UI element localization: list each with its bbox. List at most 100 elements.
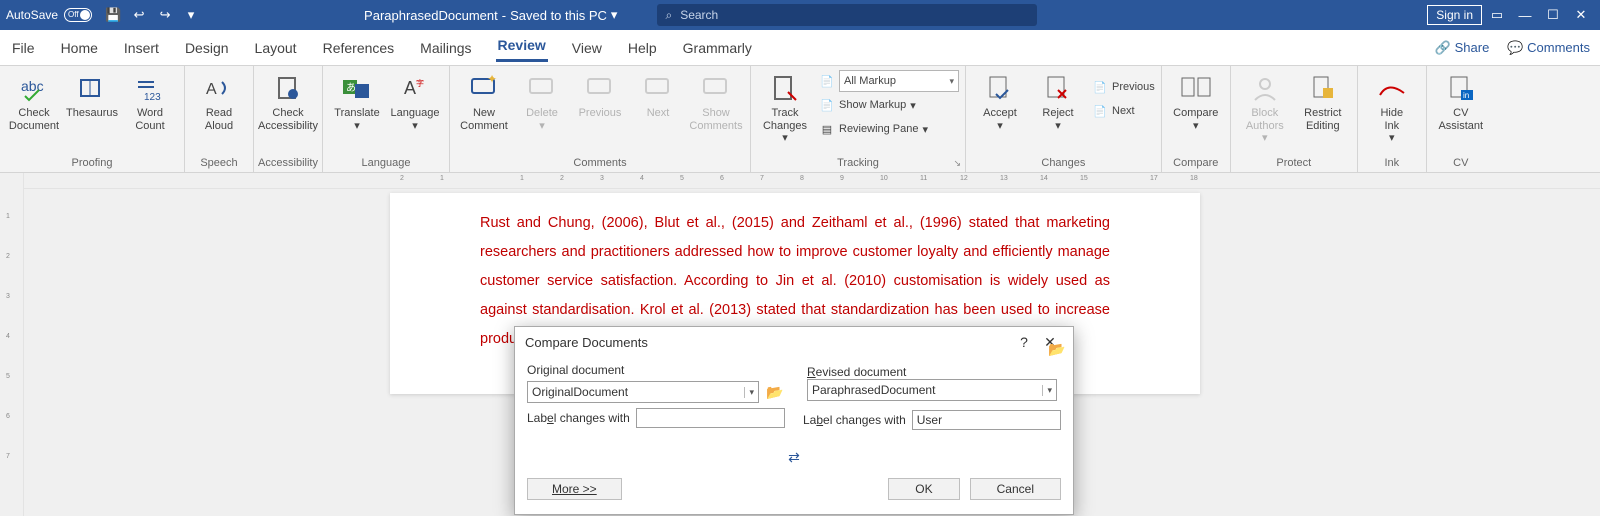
autosave-toggle[interactable]: AutoSave Off bbox=[6, 8, 92, 22]
help-icon[interactable]: ? bbox=[1011, 334, 1037, 350]
accept-button[interactable]: Accept▾ bbox=[972, 70, 1028, 148]
next-comment-icon bbox=[642, 72, 674, 104]
chevron-down-icon: ▾ bbox=[997, 120, 1003, 133]
tab-insert[interactable]: Insert bbox=[122, 36, 161, 60]
restrict-editing-button[interactable]: Restrict Editing bbox=[1295, 70, 1351, 148]
reject-icon bbox=[1042, 72, 1074, 104]
tab-layout[interactable]: Layout bbox=[253, 36, 299, 60]
restrict-icon bbox=[1307, 72, 1339, 104]
vertical-ruler[interactable]: 1 2 3 4 5 6 7 bbox=[0, 173, 24, 516]
next-change-icon: 📄 bbox=[1092, 103, 1108, 119]
original-document-combo[interactable]: OriginalDocument▾ bbox=[527, 381, 759, 403]
group-label: CV bbox=[1427, 157, 1495, 172]
new-comment-button[interactable]: ✦New Comment bbox=[456, 70, 512, 148]
hide-ink-icon bbox=[1376, 72, 1408, 104]
tab-review[interactable]: Review bbox=[496, 33, 548, 62]
close-icon[interactable]: ✕ bbox=[1571, 5, 1591, 25]
check-document-button[interactable]: abcCheck Document bbox=[6, 70, 62, 148]
redo-icon[interactable]: ↪ bbox=[155, 5, 175, 25]
swap-documents-icon[interactable]: ⇄ bbox=[515, 443, 1073, 472]
ribbon-display-icon[interactable]: ▭ bbox=[1487, 5, 1507, 25]
browse-original-icon[interactable]: 📂 bbox=[765, 382, 785, 402]
reviewing-pane-button[interactable]: ▤Reviewing Pane ▾ bbox=[819, 118, 959, 140]
minimize-icon[interactable]: — bbox=[1515, 5, 1535, 25]
tab-file[interactable]: File bbox=[10, 36, 37, 60]
search-box[interactable]: ⌕ Search bbox=[657, 4, 1037, 26]
check-accessibility-button[interactable]: Check Accessibility bbox=[260, 70, 316, 148]
group-label: Compare bbox=[1162, 157, 1230, 172]
group-changes: Accept▾ Reject▾ 📄Previous 📄Next Changes bbox=[966, 66, 1162, 172]
delete-comment-icon bbox=[526, 72, 558, 104]
language-button[interactable]: A字Language▾ bbox=[387, 70, 443, 148]
group-label: Comments bbox=[450, 157, 750, 172]
word-count-button[interactable]: 123Word Count bbox=[122, 70, 178, 148]
svg-text:in: in bbox=[1463, 91, 1469, 100]
label-changes-original-input[interactable] bbox=[636, 408, 785, 428]
track-changes-button[interactable]: Track Changes▾ bbox=[757, 70, 813, 148]
compare-button[interactable]: Compare▾ bbox=[1168, 70, 1224, 148]
thesaurus-icon bbox=[76, 72, 108, 104]
reject-button[interactable]: Reject▾ bbox=[1030, 70, 1086, 148]
search-placeholder: Search bbox=[680, 8, 718, 22]
comments-button[interactable]: 💬 Comments bbox=[1507, 40, 1590, 56]
group-compare: Compare▾ Compare bbox=[1162, 66, 1231, 172]
prev-change-icon: 📄 bbox=[1092, 79, 1108, 95]
tab-grammarly[interactable]: Grammarly bbox=[681, 36, 754, 60]
group-ink: Hide Ink▾ Ink bbox=[1358, 66, 1427, 172]
sign-in-button[interactable]: Sign in bbox=[1427, 5, 1482, 25]
chevron-down-icon: ▾ bbox=[744, 387, 754, 398]
label-changes-original-label: Label changes with bbox=[527, 411, 630, 425]
svg-text:あ: あ bbox=[346, 82, 356, 94]
compare-icon bbox=[1180, 72, 1212, 104]
new-comment-icon: ✦ bbox=[468, 72, 500, 104]
next-change-button[interactable]: 📄Next bbox=[1092, 100, 1155, 122]
save-icon[interactable]: 💾 bbox=[103, 5, 123, 25]
saved-state: Saved to this PC bbox=[510, 8, 607, 23]
horizontal-ruler[interactable]: 2 1 1 2 3 4 5 6 7 8 9 10 11 12 13 14 15 … bbox=[24, 173, 1600, 189]
tab-help[interactable]: Help bbox=[626, 36, 659, 60]
prev-change-button[interactable]: 📄Previous bbox=[1092, 76, 1155, 98]
show-markup-button[interactable]: 📄Show Markup ▾ bbox=[819, 94, 959, 116]
block-authors-button: Block Authors▾ bbox=[1237, 70, 1293, 148]
maximize-icon[interactable]: ☐ bbox=[1543, 5, 1563, 25]
browse-revised-icon[interactable]: 📂 bbox=[1047, 339, 1067, 359]
ok-button[interactable]: OK bbox=[888, 478, 959, 500]
cv-assistant-button[interactable]: inCV Assistant bbox=[1433, 70, 1489, 148]
accessibility-icon bbox=[272, 72, 304, 104]
customize-qat-icon[interactable]: ▾ bbox=[181, 5, 201, 25]
dialog-launcher-icon[interactable]: ↘ bbox=[953, 158, 961, 169]
dialog-titlebar: Compare Documents ? ✕ bbox=[515, 327, 1073, 357]
label-changes-revised-input[interactable]: User bbox=[912, 410, 1061, 430]
more-button[interactable]: More >> bbox=[527, 478, 622, 500]
chevron-down-icon: ▾ bbox=[910, 99, 916, 112]
svg-text:字: 字 bbox=[416, 78, 424, 88]
undo-icon[interactable]: ↩ bbox=[129, 5, 149, 25]
chevron-down-icon: ▾ bbox=[1055, 120, 1061, 133]
group-speech: ARead Aloud Speech bbox=[185, 66, 254, 172]
tab-mailings[interactable]: Mailings bbox=[418, 36, 473, 60]
hide-ink-button[interactable]: Hide Ink▾ bbox=[1364, 70, 1420, 148]
tab-design[interactable]: Design bbox=[183, 36, 231, 60]
compare-documents-dialog: Compare Documents ? ✕ Original document … bbox=[514, 326, 1074, 515]
translate-icon: あ bbox=[341, 72, 373, 104]
original-document-section: Original document OriginalDocument▾ 📂 La… bbox=[527, 363, 785, 431]
group-label: Protect bbox=[1231, 157, 1357, 172]
tab-home[interactable]: Home bbox=[59, 36, 100, 60]
markup-mode-combo[interactable]: 📄All Markup▾ bbox=[819, 70, 959, 92]
revised-document-combo[interactable]: ParaphrasedDocument▾ bbox=[807, 379, 1057, 401]
group-tracking: Track Changes▾ 📄All Markup▾ 📄Show Markup… bbox=[751, 66, 966, 172]
delete-comment-button: Delete▾ bbox=[514, 70, 570, 148]
chevron-down-icon[interactable]: ▾ bbox=[611, 7, 618, 23]
read-aloud-button[interactable]: ARead Aloud bbox=[191, 70, 247, 148]
show-markup-icon: 📄 bbox=[819, 97, 835, 113]
tab-references[interactable]: References bbox=[321, 36, 397, 60]
group-label: Speech bbox=[185, 157, 253, 172]
thesaurus-button[interactable]: Thesaurus bbox=[64, 70, 120, 148]
translate-button[interactable]: あTranslate▾ bbox=[329, 70, 385, 148]
toggle-off-icon[interactable]: Off bbox=[64, 8, 92, 22]
prev-comment-icon bbox=[584, 72, 616, 104]
cancel-button[interactable]: Cancel bbox=[970, 478, 1061, 500]
share-button[interactable]: 🔗 Share bbox=[1435, 40, 1490, 56]
tab-view[interactable]: View bbox=[570, 36, 604, 60]
chevron-down-icon: ▾ bbox=[1389, 132, 1395, 145]
